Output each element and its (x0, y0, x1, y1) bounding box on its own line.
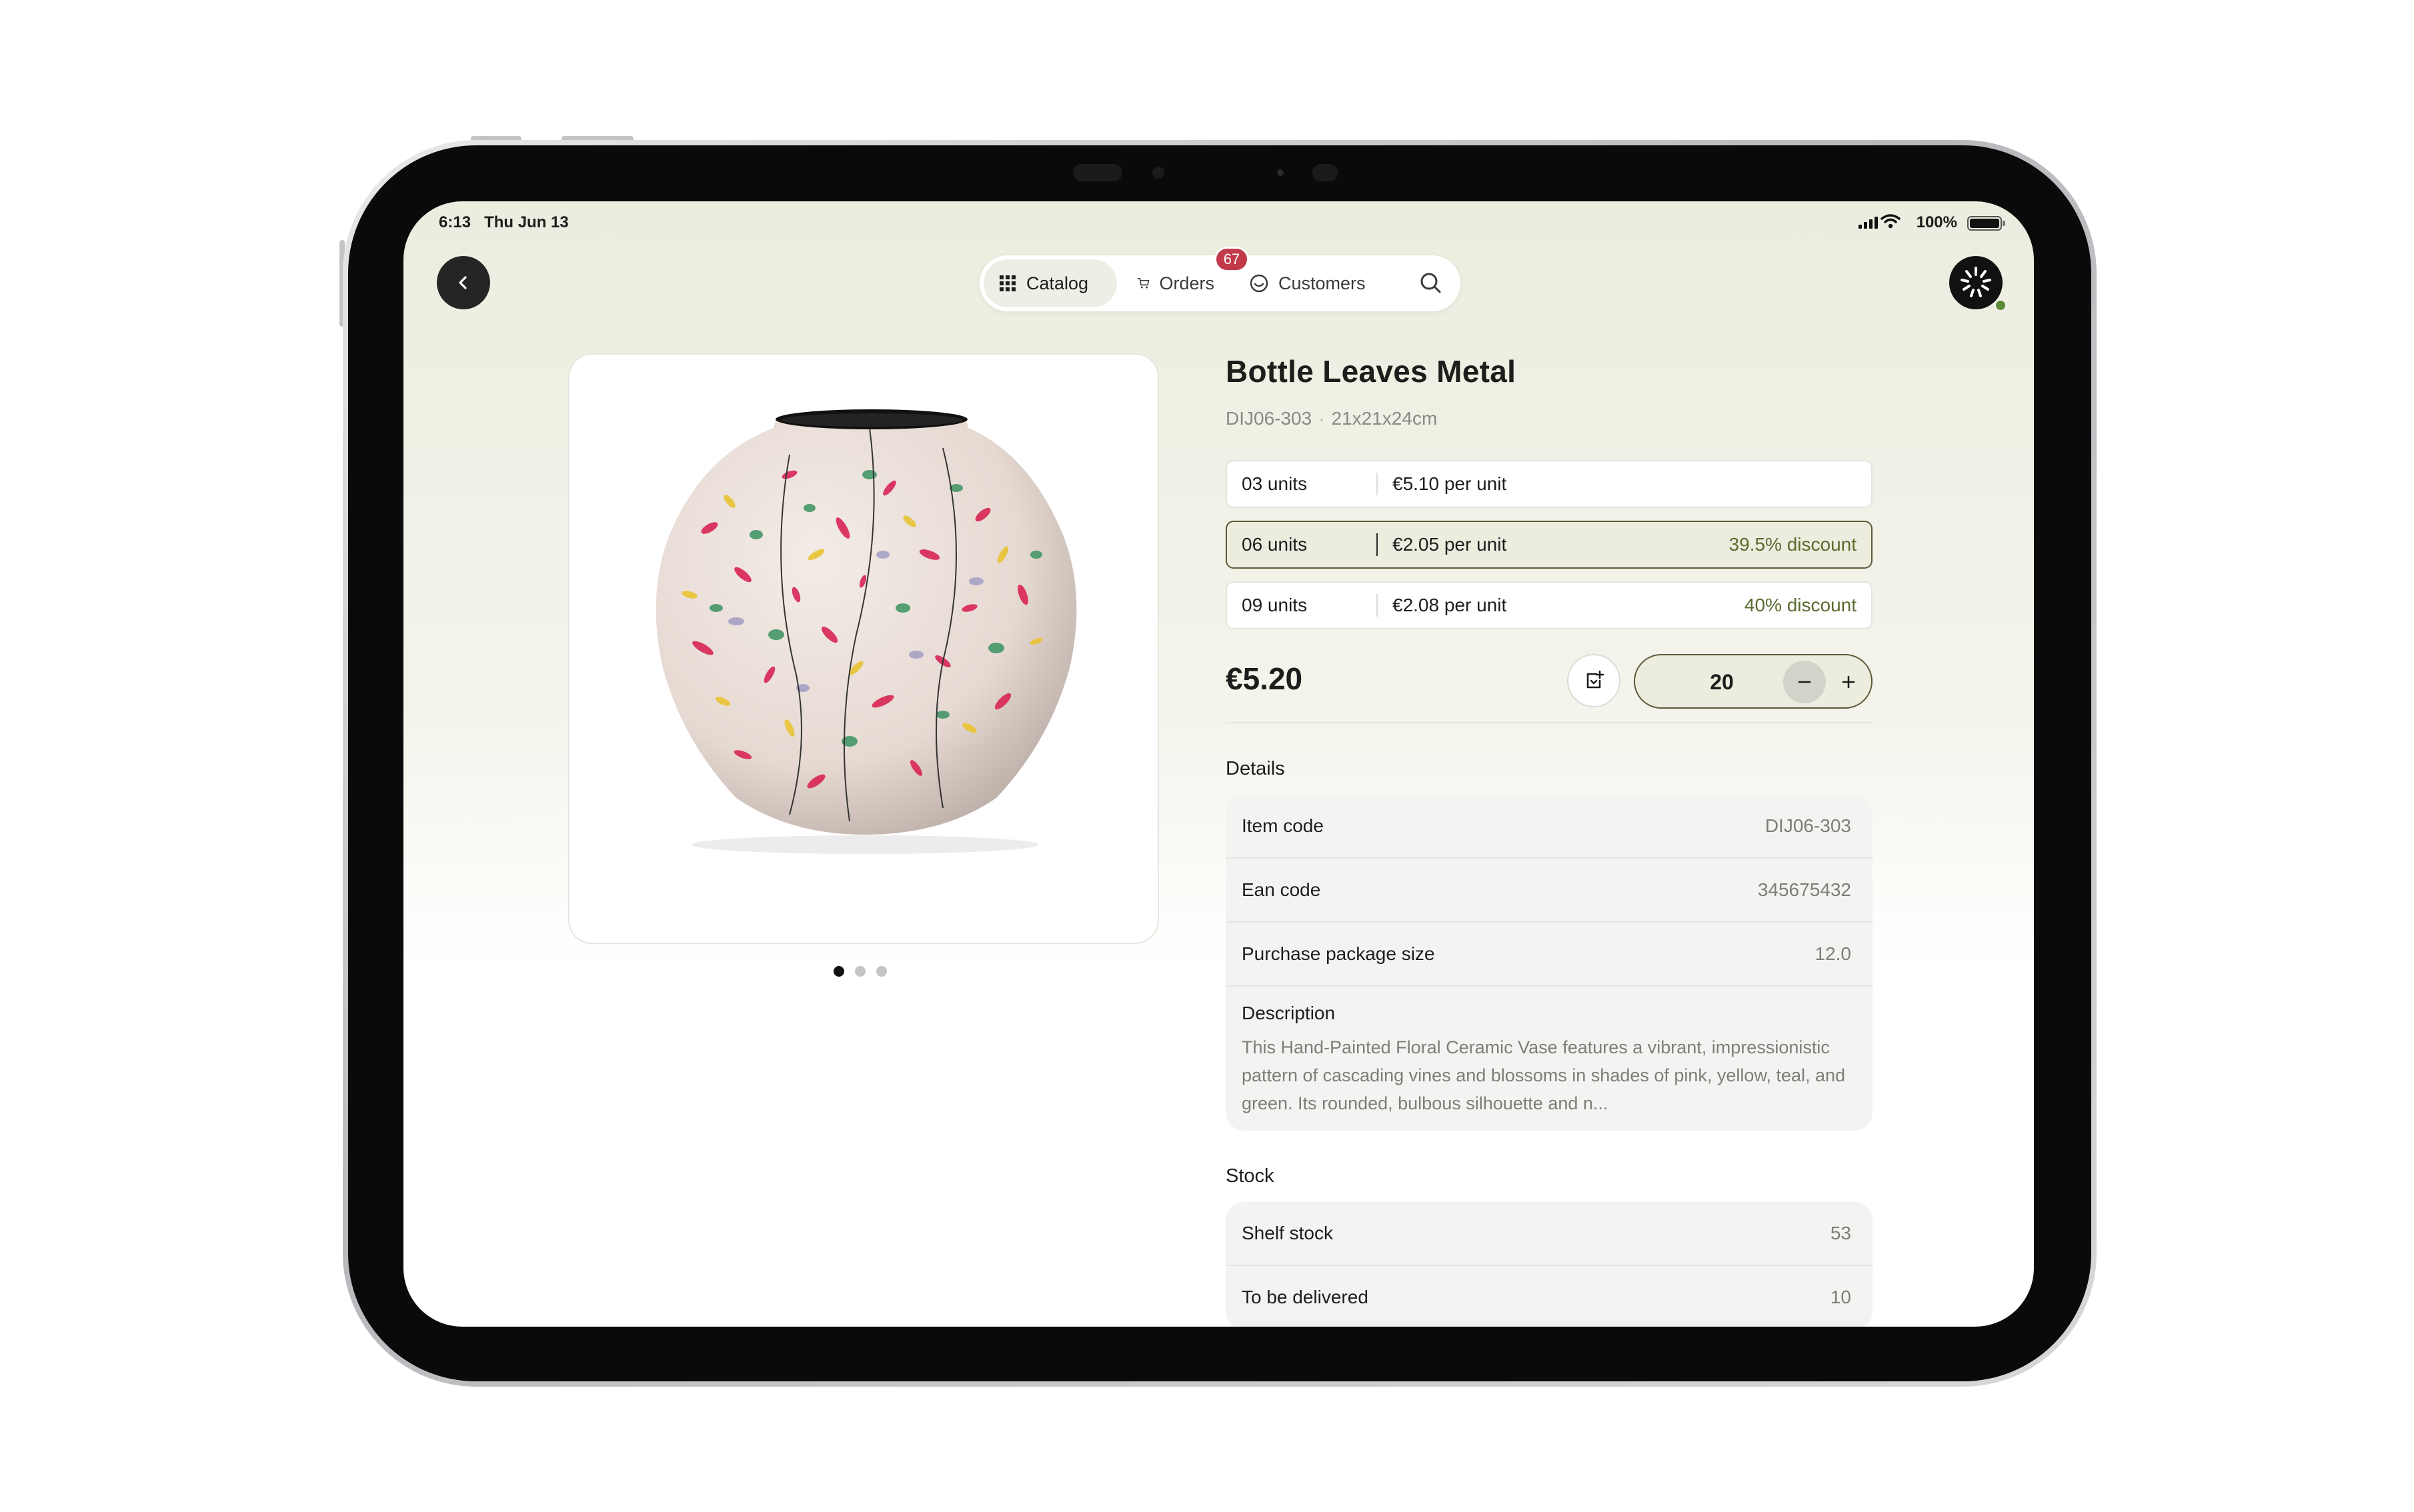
price-tier-option-selected[interactable]: 06 units €2.05 per unit 39.5% discount (1226, 521, 1873, 569)
tier-price: €5.10 per unit (1392, 473, 1507, 494)
price-tier-option[interactable]: 03 units €5.10 per unit (1226, 460, 1873, 508)
detail-value: 345675432 (1757, 879, 1851, 900)
minus-icon (1798, 681, 1811, 683)
description-label: Description (1242, 1003, 1336, 1023)
detail-label: Ean code (1242, 879, 1321, 900)
app-screen: 6:13 Thu Jun 13 100% Catalog Orders Cust… (403, 201, 2034, 1327)
details-heading: Details (1226, 758, 1285, 779)
tier-discount: 39.5% discount (1728, 534, 1857, 555)
detail-value: 12.0 (1815, 943, 1852, 964)
battery-icon (1967, 216, 2005, 231)
status-time: 6:13 Thu Jun 13 (439, 213, 569, 231)
tier-units: 09 units (1242, 595, 1308, 615)
ambient-sensor (1277, 169, 1284, 176)
plus-icon (1842, 675, 1855, 689)
tab-orders-label: Orders (1159, 273, 1214, 293)
increase-quantity-button[interactable] (1827, 661, 1870, 703)
purchase-row: €5.20 20 (1226, 642, 1873, 709)
back-button[interactable] (437, 256, 490, 309)
decrease-quantity-button[interactable] (1783, 661, 1826, 703)
note-add-icon (1586, 670, 1604, 689)
detail-row-ean-code: Ean code 345675432 (1226, 859, 1873, 923)
stock-value: 53 (1830, 1223, 1851, 1243)
description-text: This Hand-Painted Floral Ceramic Vase fe… (1242, 1037, 1846, 1113)
tier-price: €2.08 per unit (1392, 595, 1507, 615)
product-subtitle: DIJ06-303 · 21x21x24cm (1226, 408, 1438, 429)
product-image-card[interactable] (568, 353, 1159, 944)
product-price: €5.20 (1226, 661, 1303, 696)
front-camera (1073, 164, 1122, 181)
face-id-sensor (1312, 164, 1338, 181)
smiley-icon (1250, 274, 1268, 293)
stock-value: 10 (1830, 1287, 1851, 1307)
tab-orders[interactable]: Orders (1122, 259, 1229, 307)
description-block[interactable]: Description This Hand-Painted Floral Cer… (1226, 987, 1873, 1131)
stock-heading: Stock (1226, 1165, 1274, 1187)
stock-row-shelf: Shelf stock 53 (1226, 1202, 1873, 1266)
tab-catalog-label: Catalog (1026, 273, 1089, 293)
starburst-logo-icon (1961, 267, 1991, 297)
detail-value: DIJ06-303 (1764, 815, 1851, 836)
search-icon[interactable] (1416, 269, 1446, 298)
detail-label: Item code (1242, 815, 1324, 836)
tab-catalog[interactable]: Catalog (984, 259, 1117, 307)
carousel-dot[interactable] (876, 966, 887, 977)
price-tier-option[interactable]: 09 units €2.08 per unit 40% discount (1226, 581, 1873, 629)
detail-label: Purchase package size (1242, 943, 1435, 964)
orders-badge: 67 (1214, 247, 1249, 272)
details-card: Item code DIJ06-303 Ean code 345675432 P… (1226, 795, 1873, 1131)
tab-customers-label: Customers (1278, 273, 1366, 293)
cart-icon (1137, 277, 1150, 289)
product-image-vase (656, 409, 1077, 854)
carousel-dot[interactable] (855, 966, 866, 977)
stock-label: To be delivered (1242, 1287, 1368, 1307)
grid-icon (1000, 275, 1016, 291)
online-status-dot (1994, 299, 2007, 312)
tier-price: €2.05 per unit (1392, 534, 1507, 555)
battery-percent: 100% (1916, 213, 1957, 231)
front-lens (1152, 167, 1164, 179)
product-details-panel: Bottle Leaves Metal DIJ06-303 · 21x21x24… (1226, 353, 1873, 1327)
stock-card: Shelf stock 53 To be delivered 10 (1226, 1202, 1873, 1327)
carousel-dot[interactable] (834, 966, 844, 977)
stock-label: Shelf stock (1242, 1223, 1333, 1243)
product-code: DIJ06-303 (1226, 408, 1312, 429)
tier-discount: 40% discount (1744, 595, 1857, 615)
status-bar: 6:13 Thu Jun 13 100% (403, 201, 2034, 248)
divider (1226, 722, 1873, 723)
product-title: Bottle Leaves Metal (1226, 354, 1516, 389)
detail-row-item-code: Item code DIJ06-303 (1226, 795, 1873, 859)
image-carousel-dots (834, 966, 887, 977)
price-tier-list: 03 units €5.10 per unit 06 units €2.05 p… (1226, 460, 1873, 629)
quantity-stepper: 20 (1634, 654, 1873, 709)
product-dimensions: 21x21x24cm (1331, 408, 1438, 429)
tab-customers[interactable]: Customers (1234, 259, 1394, 307)
wifi-icon (1881, 214, 1901, 229)
add-note-button[interactable] (1567, 654, 1620, 707)
quantity-value[interactable]: 20 (1688, 670, 1755, 695)
tier-units: 03 units (1242, 473, 1308, 494)
tier-units: 06 units (1242, 534, 1308, 555)
cellular-signal-icon (1859, 217, 1878, 229)
chevron-left-icon (459, 276, 467, 289)
detail-row-package-size: Purchase package size 12.0 (1226, 923, 1873, 987)
stock-row-to-be-delivered: To be delivered 10 (1226, 1266, 1873, 1327)
